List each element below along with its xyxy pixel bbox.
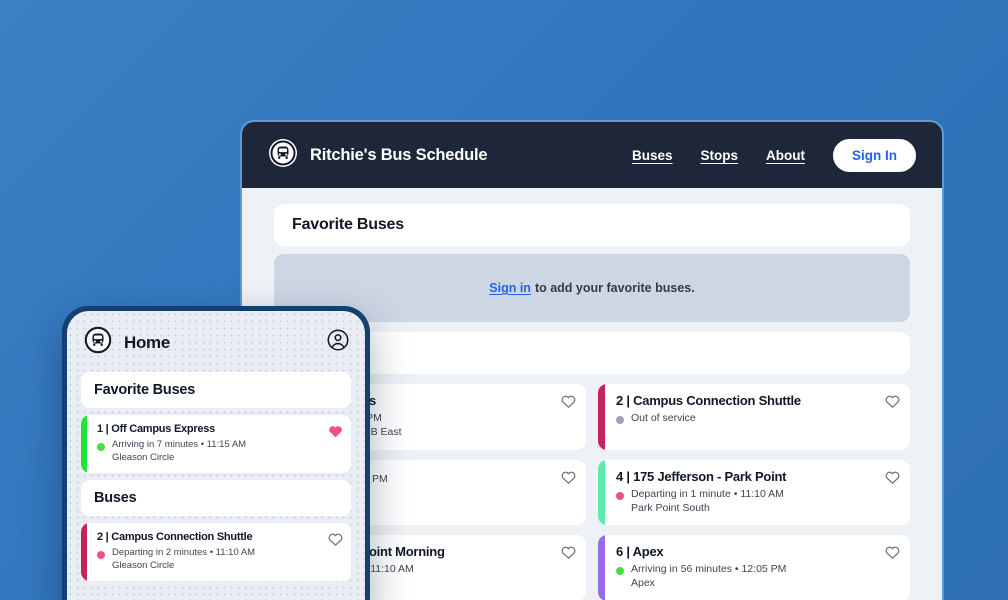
nav-link-buses[interactable]: Buses <box>632 148 673 163</box>
bus-card-content: 2 | Campus Connection Shuttle Out of serv… <box>605 384 910 450</box>
site-title: Ritchie's Bus Schedule <box>310 145 488 164</box>
bus-card-content: 2 | Campus Connection Shuttle Departing i… <box>87 523 351 581</box>
phone-mockup: Home Favorite Buses 1 | Off Campus Expre… <box>62 306 370 600</box>
bus-status-text: Arriving in 56 minutes • 12:05 PM Apex <box>631 563 787 590</box>
bus-card-content: 4 | 175 Jefferson - Park Point Departing … <box>605 460 910 526</box>
favorite-heart-icon[interactable] <box>561 394 576 409</box>
brand[interactable]: Ritchie's Bus Schedule <box>268 138 488 173</box>
screenshot-stage: Ritchie's Bus Schedule Buses Stops About… <box>0 0 1008 600</box>
bus-card[interactable]: 1 | Off Campus Express Arriving in 7 minu… <box>81 415 351 474</box>
bus-status-row: Departing in 1 minute • 11:10 AM Park Poi… <box>616 488 898 516</box>
bus-in-circle-icon <box>83 325 113 360</box>
favorite-heart-icon[interactable] <box>561 545 576 560</box>
favorite-heart-icon[interactable] <box>561 470 576 484</box>
bus-card[interactable]: 2 | Campus Connection Shuttle Out of serv… <box>598 384 910 450</box>
favorite-heart-icon[interactable] <box>328 532 343 547</box>
main-nav: Buses Stops About Sign In <box>632 138 916 172</box>
bus-status-text: Departing in 1 minute • 11:10 AM Park Poi… <box>631 487 784 514</box>
account-circle-icon[interactable] <box>327 329 349 356</box>
phone-page-title: Home <box>124 332 171 352</box>
favorites-signin-link[interactable]: Sign in <box>489 281 531 295</box>
bus-card[interactable]: 2 | Campus Connection Shuttle Departing i… <box>81 523 351 582</box>
bus-card-title: 2 | Campus Connection Shuttle <box>616 393 801 408</box>
favorites-empty-text: to add your favorite buses. <box>534 281 695 295</box>
favorite-heart-icon[interactable] <box>885 394 900 409</box>
nav-link-stops[interactable]: Stops <box>701 148 739 163</box>
phone-favorites-list: 1 | Off Campus Express Arriving in 7 minu… <box>81 415 351 474</box>
favorites-heading: Favorite Buses <box>274 204 910 246</box>
bus-status-row: Out of service <box>616 412 898 426</box>
bus-status-text: Arriving in 7 minutes • 11:15 AM Gleason … <box>112 439 247 463</box>
bus-status-dot <box>616 416 624 424</box>
bus-status-dot <box>616 567 624 576</box>
bus-status-row: Arriving in 7 minutes • 11:15 AM Gleason … <box>97 439 340 464</box>
bus-status-dot <box>616 491 624 500</box>
bus-status-text: Departing in 2 minutes • 11:10 AM Gleason… <box>112 547 256 571</box>
route-accent-bar <box>598 384 605 450</box>
bus-card[interactable]: 6 | Apex Arriving in 56 minutes • 12:05 P… <box>598 535 910 600</box>
bus-card-content: 1 | Off Campus Express Arriving in 7 minu… <box>87 415 351 473</box>
route-accent-bar <box>598 459 605 526</box>
bus-card-title: 2 | Campus Connection Shuttle <box>97 531 253 544</box>
phone-buses-list: 2 | Campus Connection Shuttle Departing i… <box>81 523 351 582</box>
favorite-heart-filled-icon[interactable] <box>328 424 342 438</box>
phone-screen: Home Favorite Buses 1 | Off Campus Expre… <box>67 311 365 600</box>
phone-header: Home <box>67 311 365 372</box>
bus-status-row: Arriving in 56 minutes • 12:05 PM Apex <box>616 563 898 591</box>
phone-body: Favorite Buses 1 | Off Campus Express Arr… <box>67 372 365 582</box>
bus-status-text: Out of service <box>631 412 696 424</box>
bus-card-title: 1 | Off Campus Express <box>97 423 216 435</box>
route-accent-bar <box>598 535 605 600</box>
bus-card[interactable]: 4 | 175 Jefferson - Park Point Departing … <box>598 459 910 526</box>
bus-card-content: 6 | Apex Arriving in 56 minutes • 12:05 P… <box>605 535 910 600</box>
bus-status-row: Departing in 2 minutes • 11:10 AM Gleason… <box>97 547 340 572</box>
favorite-heart-icon[interactable] <box>885 545 900 560</box>
sign-in-button[interactable]: Sign In <box>833 138 916 172</box>
bus-status-dot <box>97 551 105 560</box>
favorites-empty-state: Sign in to add your favorite buses. <box>274 254 910 322</box>
site-header: Ritchie's Bus Schedule Buses Stops About… <box>242 122 942 188</box>
bus-in-circle-icon <box>268 138 298 173</box>
phone-favorites-heading: Favorite Buses <box>81 372 351 408</box>
phone-buses-heading: Buses <box>81 480 351 517</box>
favorite-heart-icon[interactable] <box>885 470 900 484</box>
bus-card-title: 4 | 175 Jefferson - Park Point <box>616 468 787 484</box>
bus-card-title: 6 | Apex <box>616 544 664 560</box>
bus-status-dot <box>97 443 105 451</box>
nav-link-about[interactable]: About <box>766 148 805 163</box>
